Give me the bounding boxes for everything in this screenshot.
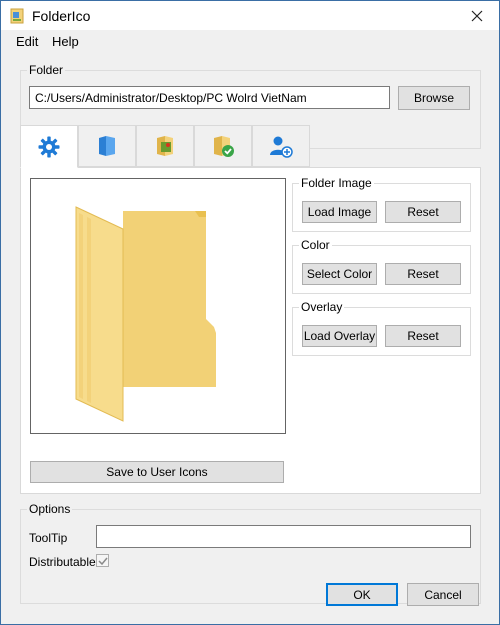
distributable-label: Distributable [29, 555, 96, 569]
distributable-checkbox[interactable] [96, 554, 109, 567]
folder-check-icon [214, 136, 234, 157]
color-title: Color [299, 238, 332, 252]
menu-bar: Edit Help [1, 30, 499, 52]
folder-group-title: Folder [27, 63, 66, 77]
select-color-button[interactable]: Select Color [302, 263, 377, 285]
folder-preview-image [75, 206, 216, 422]
folder-image-title: Folder Image [299, 176, 374, 190]
tab-folder-image[interactable] [136, 125, 194, 167]
folder-preview [30, 178, 286, 434]
window-title: FolderIco [32, 8, 91, 24]
checkmark-icon [97, 557, 108, 565]
folder-path-input[interactable]: C:/Users/Administrator/Desktop/PC Wolrd … [29, 86, 390, 109]
tab-folder-overlay[interactable] [194, 125, 252, 167]
tab-settings[interactable] [20, 125, 78, 168]
load-image-button[interactable]: Load Image [302, 201, 377, 223]
client-area: Edit Help Folder C:/Users/Administrator/… [1, 30, 499, 624]
gear-icon [38, 136, 60, 157]
reset-color-button[interactable]: Reset [385, 263, 461, 285]
app-folder-icon [10, 8, 24, 24]
reset-overlay-button[interactable]: Reset [385, 325, 461, 347]
menu-edit[interactable]: Edit [16, 34, 38, 49]
folder-picture-icon [157, 136, 173, 156]
tab-user-icons[interactable] [252, 125, 310, 167]
app-window: FolderIco Edit Help Folder C:/Users/Admi… [0, 0, 500, 625]
save-to-user-icons-button[interactable]: Save to User Icons [30, 461, 284, 483]
ok-button[interactable]: OK [326, 583, 398, 606]
user-add-icon [270, 136, 293, 158]
close-icon [471, 10, 483, 21]
tab-folder-color[interactable] [78, 125, 136, 167]
menu-help[interactable]: Help [52, 34, 79, 49]
reset-image-button[interactable]: Reset [385, 201, 461, 223]
overlay-title: Overlay [299, 300, 345, 314]
tooltip-label: ToolTip [29, 531, 68, 545]
load-overlay-button[interactable]: Load Overlay [302, 325, 377, 347]
close-button[interactable] [455, 1, 499, 30]
tooltip-input[interactable] [96, 525, 471, 548]
browse-button[interactable]: Browse [398, 86, 470, 110]
folder-blue-icon [99, 136, 115, 156]
options-group-title: Options [27, 502, 73, 516]
cancel-button[interactable]: Cancel [407, 583, 479, 606]
title-bar[interactable]: FolderIco [0, 0, 500, 30]
